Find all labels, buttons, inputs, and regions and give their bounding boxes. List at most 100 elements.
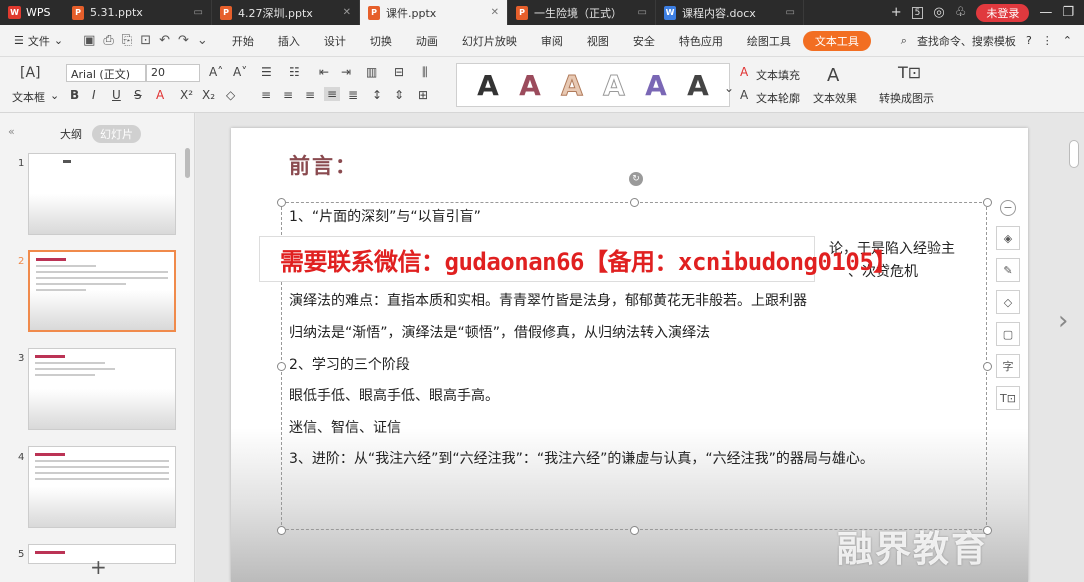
menu-insert[interactable]: 插入 — [266, 33, 312, 49]
undo-icon[interactable]: ↶ — [159, 33, 170, 48]
align-left-icon[interactable]: ≡ — [261, 88, 271, 102]
paragraph-spacing-icon[interactable]: ⇕ — [394, 88, 404, 102]
textbox-convert-icon[interactable]: T⊡ — [996, 386, 1020, 410]
tab-window-icon[interactable]: ▭ — [786, 7, 795, 18]
align-text-icon[interactable]: ⫼ — [422, 65, 428, 80]
menu-security[interactable]: 安全 — [621, 33, 667, 49]
menu-special[interactable]: 特色应用 — [667, 33, 735, 49]
convert-diagram-icon[interactable]: T⊡ — [898, 63, 921, 82]
chevron-down-icon[interactable]: ⌄ — [197, 33, 208, 48]
slide-title[interactable]: 前言： — [289, 150, 358, 180]
decrease-indent-icon[interactable]: ⇤ — [319, 65, 329, 79]
font-name-select[interactable]: Arial (正文) — [66, 64, 146, 82]
tab-window-icon[interactable]: ▭ — [194, 7, 203, 18]
resize-handle[interactable] — [630, 198, 639, 207]
numbered-list-icon[interactable]: ☷ — [289, 65, 300, 79]
text-style-outline-gray[interactable]: A — [603, 68, 626, 102]
line-spacing-icon[interactable]: ↕ — [372, 88, 382, 102]
text-outline-button[interactable]: 文本轮廓 — [756, 90, 800, 106]
save-icon[interactable]: ▣ — [83, 33, 95, 48]
text-outline-icon[interactable]: A — [740, 88, 748, 102]
superscript-icon[interactable]: X² — [180, 88, 193, 102]
file-menu-button[interactable]: ☰ 文件 ⌄ — [0, 33, 71, 49]
wps-menu-button[interactable]: W WPS — [0, 0, 64, 25]
add-slide-icon[interactable]: + — [90, 555, 107, 579]
print-preview-icon[interactable]: ⊡ — [140, 33, 151, 48]
menu-review[interactable]: 审阅 — [529, 33, 575, 49]
textbox-icon[interactable]: [A] — [20, 65, 41, 81]
tab-document-3[interactable]: P 课件.pptx ✕ — [360, 0, 508, 25]
menu-drawing-tools[interactable]: 绘图工具 — [735, 33, 803, 49]
subscript-icon[interactable]: X₂ — [202, 88, 215, 102]
tab-slides[interactable]: 幻灯片 — [92, 125, 141, 143]
text-box-align-icon[interactable]: ⊞ — [418, 88, 428, 102]
justify-icon[interactable]: ≡ — [324, 87, 341, 101]
text-effect-icon[interactable]: A — [827, 65, 839, 86]
text-style-outline-tan[interactable]: A — [561, 68, 584, 102]
align-center-icon[interactable]: ≡ — [283, 88, 293, 102]
resize-handle[interactable] — [630, 526, 639, 535]
convert-diagram-button[interactable]: 转换成图示 — [879, 90, 934, 106]
resize-handle[interactable] — [277, 362, 286, 371]
text-fill-button[interactable]: 文本填充 — [756, 67, 800, 83]
close-icon[interactable]: ✕ — [491, 7, 499, 18]
underline-icon[interactable]: U — [112, 88, 121, 102]
resize-handle[interactable] — [983, 362, 992, 371]
menu-home[interactable]: 开始 — [220, 33, 266, 49]
chevron-down-icon[interactable]: ⌄ — [724, 81, 734, 95]
login-button[interactable]: 未登录 — [976, 3, 1030, 22]
vertical-scrollbar[interactable] — [1069, 140, 1079, 168]
menu-view[interactable]: 视图 — [575, 33, 621, 49]
text-style-icon[interactable]: 字 — [996, 354, 1020, 378]
text-style-dark[interactable]: A — [687, 69, 709, 102]
skin-icon[interactable]: ◎ — [933, 5, 944, 20]
print-icon[interactable]: ⎘ — [122, 33, 132, 48]
columns-icon[interactable]: ▥ — [366, 65, 377, 79]
slide-thumbnail-4[interactable] — [28, 446, 176, 528]
border-icon[interactable]: ▢ — [996, 322, 1020, 346]
menu-animations[interactable]: 动画 — [404, 33, 450, 49]
clear-format-icon[interactable]: ◇ — [226, 88, 235, 102]
tab-document-5[interactable]: W 课程内容.docx ▭ — [656, 0, 804, 25]
increase-font-icon[interactable]: A˄ — [209, 65, 223, 79]
text-fill-icon[interactable]: A — [740, 65, 748, 79]
restore-icon[interactable]: ❐ — [1062, 5, 1074, 20]
minimize-icon[interactable]: — — [1039, 5, 1052, 20]
next-slide-icon[interactable]: › — [1058, 306, 1068, 336]
tab-document-4[interactable]: P 一生险境（正式） ▭ — [508, 0, 656, 25]
bullet-list-icon[interactable]: ☰ — [261, 65, 272, 79]
chevron-down-icon[interactable]: ⌄ — [50, 89, 59, 102]
slide-thumbnail-2[interactable] — [28, 250, 176, 332]
more-icon[interactable]: ⋮ — [1042, 34, 1053, 47]
bold-icon[interactable]: B — [70, 88, 79, 102]
text-effect-button[interactable]: 文本效果 — [813, 90, 857, 106]
pen-icon[interactable]: ✎ — [996, 258, 1020, 282]
text-style-purple[interactable]: A — [645, 69, 667, 102]
panel-scrollbar[interactable] — [185, 148, 190, 178]
textbox-label[interactable]: 文本框 — [12, 89, 45, 105]
rotate-handle-icon[interactable]: ↻ — [629, 172, 643, 186]
tab-window-icon[interactable]: ▭ — [638, 7, 647, 18]
decrease-font-icon[interactable]: A˅ — [233, 65, 247, 79]
menu-slideshow[interactable]: 幻灯片放映 — [450, 33, 529, 49]
distribute-icon[interactable]: ≣ — [348, 88, 358, 102]
strikethrough-icon[interactable]: S — [134, 88, 142, 102]
redo-icon[interactable]: ↷ — [178, 33, 189, 48]
collapse-panel-icon[interactable]: « — [8, 125, 15, 138]
tab-count[interactable]: 5 — [911, 6, 924, 19]
resize-handle[interactable] — [277, 198, 286, 207]
slide-thumbnail-1[interactable] — [28, 153, 176, 235]
menu-design[interactable]: 设计 — [312, 33, 358, 49]
text-style-black[interactable]: A — [477, 69, 499, 102]
export-pdf-icon[interactable]: ⎙ — [103, 33, 113, 48]
fill-bucket-icon[interactable]: ◇ — [996, 290, 1020, 314]
text-direction-icon[interactable]: ⊟ — [394, 65, 404, 79]
tab-document-1[interactable]: P 5.31.pptx ▭ — [64, 0, 212, 25]
collapse-toolbar-icon[interactable]: − — [1000, 200, 1016, 216]
collapse-ribbon-icon[interactable]: ⌃ — [1063, 34, 1072, 47]
menu-text-tools[interactable]: 文本工具 — [802, 30, 871, 51]
tab-document-2[interactable]: P 4.27深圳.pptx ✕ — [212, 0, 360, 25]
command-search[interactable]: 查找命令、搜索模板 — [917, 33, 1016, 49]
layers-icon[interactable]: ◈ — [996, 226, 1020, 250]
increase-indent-icon[interactable]: ⇥ — [341, 65, 351, 79]
